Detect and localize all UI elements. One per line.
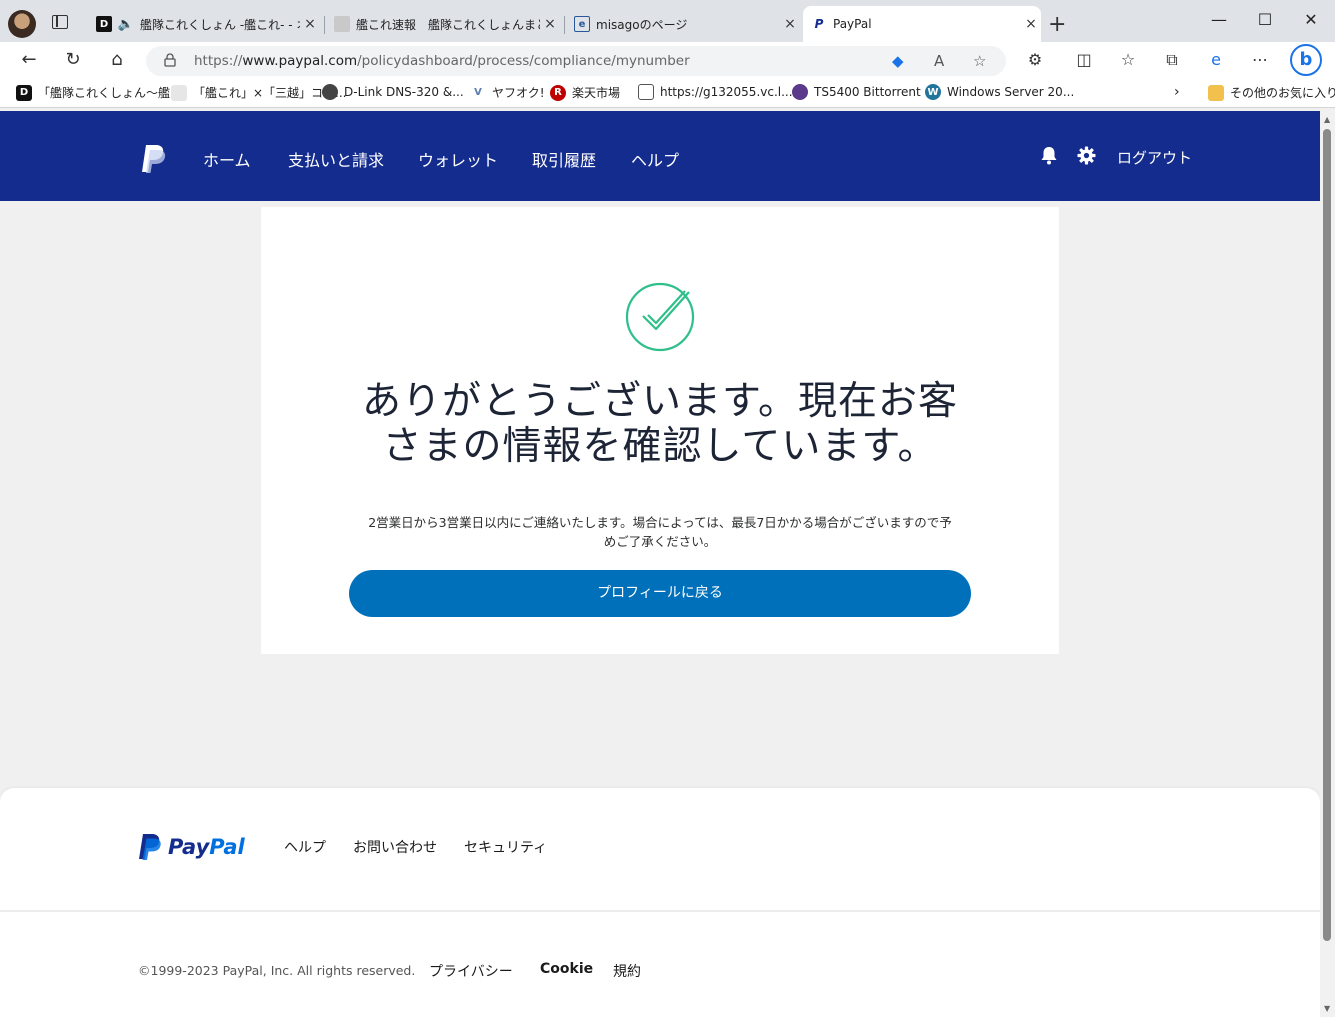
footer-paypal-logo[interactable]: PayPal <box>138 832 245 862</box>
tab-close-icon[interactable]: × <box>1021 16 1041 32</box>
speaker-icon[interactable]: 🔈 <box>118 16 134 32</box>
browser-titlebar: D 🔈 艦隊これくしょん -艦これ- - オン × 艦これ速報 艦隊これくしょん… <box>0 0 1335 42</box>
tab-actions-icon[interactable] <box>52 15 68 29</box>
bookmark-item[interactable]: TS5400 Bittorrent <box>792 84 921 100</box>
bookmark-item[interactable]: D 「艦隊これくしょん～艦... <box>16 84 181 101</box>
tab-close-icon[interactable]: × <box>540 16 560 32</box>
paypal-favicon-icon: P <box>814 17 824 31</box>
bookmark-item[interactable]: 「艦これ」×「三越」コラ... <box>171 84 347 101</box>
lock-icon[interactable] <box>164 53 176 67</box>
success-check-icon <box>625 282 695 352</box>
bookmark-item[interactable]: https://g132055.vc.l... <box>638 84 793 100</box>
chevron-right-icon[interactable]: › <box>1174 84 1180 100</box>
rakuten-icon: R <box>550 84 566 101</box>
yahoo-auction-icon: V <box>470 84 486 101</box>
tab-kancolle-game[interactable]: D 🔈 艦隊これくしょん -艦これ- - オン × <box>88 6 320 42</box>
settings-gear-icon[interactable] <box>1077 146 1096 165</box>
collections-icon[interactable]: ⧉ <box>1162 50 1182 70</box>
copyright-text: ©1999-2023 PayPal, Inc. All rights reser… <box>138 963 416 978</box>
wordpress-icon: W <box>925 84 941 100</box>
scrollbar-thumb[interactable] <box>1323 129 1331 941</box>
browser-toolbar: ← ↻ ⌂ https://www.paypal.com/policydashb… <box>0 42 1335 78</box>
footer-security-link[interactable]: セキュリティ <box>464 837 547 857</box>
footer: PayPal ヘルプ お問い合わせ セキュリティ <box>0 788 1320 910</box>
more-menu-icon[interactable]: ⋯ <box>1250 50 1270 70</box>
privacy-link[interactable]: プライバシー <box>429 961 513 981</box>
paypal-logo-icon <box>139 834 161 860</box>
confirmation-subtext: 2営業日から3営業日以内にご連絡いたします。場合によっては、最長7日かかる場合が… <box>368 515 952 549</box>
nav-payments-billing[interactable]: 支払いと請求 <box>288 147 384 171</box>
bag-icon <box>171 84 187 101</box>
dmm-icon: D <box>96 16 112 32</box>
tab-title: PayPal <box>833 17 872 31</box>
tab-kancolle-news[interactable]: 艦これ速報 艦隊これくしょんまとめ × <box>326 6 560 42</box>
tab-misago[interactable]: e misagoのページ × <box>566 6 800 42</box>
vertical-scrollbar[interactable]: ▲ ▼ <box>1320 111 1335 1017</box>
split-screen-icon[interactable]: ◫ <box>1074 50 1094 70</box>
tab-close-icon[interactable]: × <box>300 16 320 32</box>
bittorrent-icon <box>792 84 808 100</box>
terms-link[interactable]: 規約 <box>613 961 641 981</box>
dmm-icon: D <box>16 84 32 101</box>
back-to-profile-button[interactable]: プロフィールに戻る <box>349 570 971 617</box>
scroll-down-icon[interactable]: ▼ <box>1324 1004 1330 1013</box>
maximize-icon[interactable]: ☐ <box>1242 10 1288 29</box>
dlink-icon <box>322 84 338 100</box>
nav-activity[interactable]: 取引履歴 <box>532 147 596 171</box>
tab-paypal[interactable]: P PayPal × <box>803 6 1041 42</box>
edge-icon[interactable]: e <box>1206 50 1226 70</box>
favorite-star-icon[interactable]: ☆ <box>973 52 986 70</box>
close-window-icon[interactable]: ✕ <box>1288 10 1334 29</box>
other-favorites-folder[interactable]: その他のお気に入り <box>1208 84 1335 101</box>
bookmark-item[interactable]: R 楽天市場 <box>550 84 620 101</box>
address-bar[interactable]: https://www.paypal.com/policydashboard/p… <box>146 46 1006 76</box>
notification-bell-icon[interactable] <box>1040 145 1058 165</box>
tab-close-icon[interactable]: × <box>780 16 800 32</box>
confirmation-card: ありがとうございます。現在お客 さまの情報を確認しています。 2営業日から3営業… <box>261 207 1059 654</box>
footer-help-link[interactable]: ヘルプ <box>284 837 326 857</box>
bookmark-item[interactable]: D-Link DNS-320 &... <box>322 84 464 100</box>
favorites-icon[interactable]: ☆ <box>1118 50 1138 70</box>
read-aloud-icon[interactable]: A <box>934 52 944 70</box>
back-icon[interactable]: ← <box>17 48 41 72</box>
tab-divider <box>324 16 325 34</box>
new-tab-button[interactable]: + <box>1048 12 1066 37</box>
url-text[interactable]: https://www.paypal.com/policydashboard/p… <box>194 53 690 69</box>
nav-help[interactable]: ヘルプ <box>631 147 679 171</box>
site-favicon-icon <box>334 16 350 32</box>
site-favicon-icon: e <box>574 16 590 32</box>
nav-wallet[interactable]: ウォレット <box>418 147 498 171</box>
tab-title: 艦隊これくしょん -艦これ- - オン <box>140 17 300 32</box>
refresh-icon[interactable]: ↻ <box>61 48 85 72</box>
bookmarks-bar: D 「艦隊これくしょん～艦... 「艦これ」×「三越」コラ... D-Link D… <box>0 78 1335 108</box>
home-icon[interactable]: ⌂ <box>105 48 129 72</box>
bing-copilot-icon[interactable]: b <box>1290 44 1322 76</box>
minimize-icon[interactable]: — <box>1196 10 1242 29</box>
tab-title: 艦これ速報 艦隊これくしょんまとめ <box>356 17 540 32</box>
paypal-logo-icon[interactable] <box>141 144 167 174</box>
logout-link[interactable]: ログアウト <box>1117 147 1192 168</box>
tab-divider <box>564 16 565 34</box>
tab-title: misagoのページ <box>596 17 688 32</box>
footer-contact-link[interactable]: お問い合わせ <box>353 837 437 857</box>
extensions-icon[interactable]: ⚙ <box>1025 50 1045 70</box>
scroll-up-icon[interactable]: ▲ <box>1324 115 1330 124</box>
folder-icon <box>1208 84 1224 101</box>
paypal-header: ホーム 支払いと請求 ウォレット 取引履歴 ヘルプ ログアウト <box>0 111 1320 201</box>
bookmark-item[interactable]: V ヤフオク! <box>470 84 545 101</box>
coupon-tag-icon[interactable]: ◆ <box>892 52 904 70</box>
profile-avatar[interactable] <box>8 10 36 38</box>
nav-home[interactable]: ホーム <box>203 147 251 171</box>
bookmark-item[interactable]: W Windows Server 20... <box>925 84 1074 100</box>
page-icon <box>638 84 654 100</box>
cookie-link[interactable]: Cookie <box>540 961 593 977</box>
confirmation-headline: ありがとうございます。現在お客 さまの情報を確認しています。 <box>361 379 959 469</box>
footer-legal: ©1999-2023 PayPal, Inc. All rights reser… <box>0 912 1320 1017</box>
page-viewport: ホーム 支払いと請求 ウォレット 取引履歴 ヘルプ ログアウト ありがとうござい… <box>0 111 1320 1017</box>
